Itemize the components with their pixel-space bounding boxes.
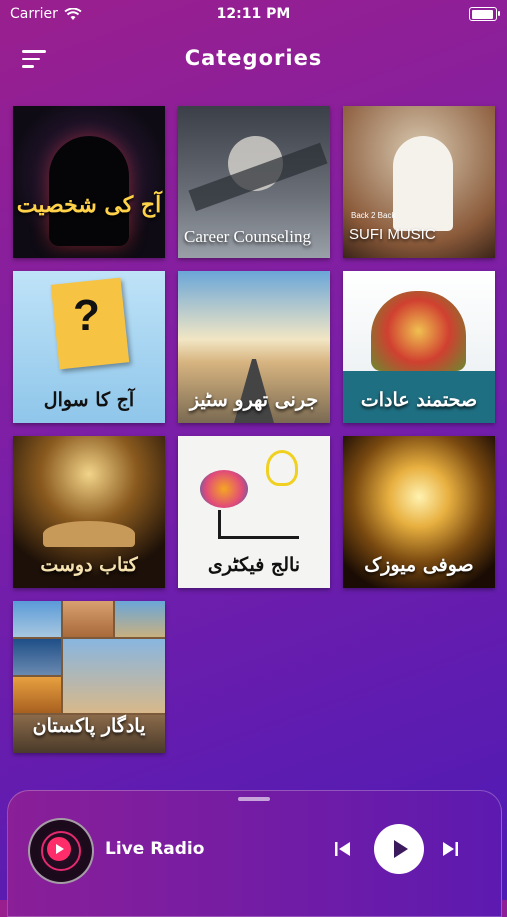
category-caption: Career Counseling: [184, 227, 311, 246]
category-caption: یادگار پاکستان: [32, 715, 146, 737]
category-caption: جرنی تھرو سٹیز: [189, 389, 319, 411]
mini-player[interactable]: Live Radio: [7, 790, 502, 917]
category-caption: صحتمند عادات: [360, 389, 478, 411]
next-icon[interactable]: [440, 840, 460, 858]
category-tile-journey-through-cities[interactable]: جرنی تھرو سٹیز: [178, 271, 330, 423]
app-header: Categories: [0, 36, 507, 86]
category-tile-yadgar-pakistan[interactable]: یادگار پاکستان: [13, 601, 165, 753]
category-caption: نالج فیکٹری: [207, 554, 301, 576]
radio-disc-icon: [28, 818, 94, 884]
play-button[interactable]: [374, 824, 424, 874]
category-subcaption: Back 2 Back: [351, 211, 396, 220]
status-bar: Carrier 12:11 PM: [0, 0, 507, 28]
status-time: 12:11 PM: [216, 6, 291, 22]
battery-icon: [469, 7, 500, 21]
category-caption: آج کا سوال: [43, 389, 135, 411]
page-title: Categories: [184, 46, 323, 70]
category-tile-aaj-ka-sawal[interactable]: ? آج کا سوال: [13, 271, 165, 423]
category-caption: کتاب دوست: [40, 554, 138, 576]
category-tile-knowledge-factory[interactable]: نالج فیکٹری: [178, 436, 330, 588]
category-tile-kitab-dost[interactable]: کتاب دوست: [13, 436, 165, 588]
previous-icon[interactable]: [333, 840, 353, 858]
category-caption: آج کی شخصیت: [16, 192, 162, 218]
question-mark-icon: ?: [73, 291, 100, 340]
category-tile-career-counseling[interactable]: Career Counseling: [178, 106, 330, 258]
category-tile-sufi-music[interactable]: Back 2 Back SUFI MUSIC: [343, 106, 495, 258]
drag-handle[interactable]: [238, 797, 270, 801]
category-tile-sufi-music-urdu[interactable]: صوفی میوزک: [343, 436, 495, 588]
player-title: Live Radio: [105, 839, 205, 859]
category-caption: صوفی میوزک: [364, 554, 474, 576]
category-caption: SUFI MUSIC: [349, 226, 436, 243]
category-tile-aaj-ki-shakhsiat[interactable]: آج کی شخصیت: [13, 106, 165, 258]
category-tile-sehatmand-aadaat[interactable]: صحتمند عادات: [343, 271, 495, 423]
